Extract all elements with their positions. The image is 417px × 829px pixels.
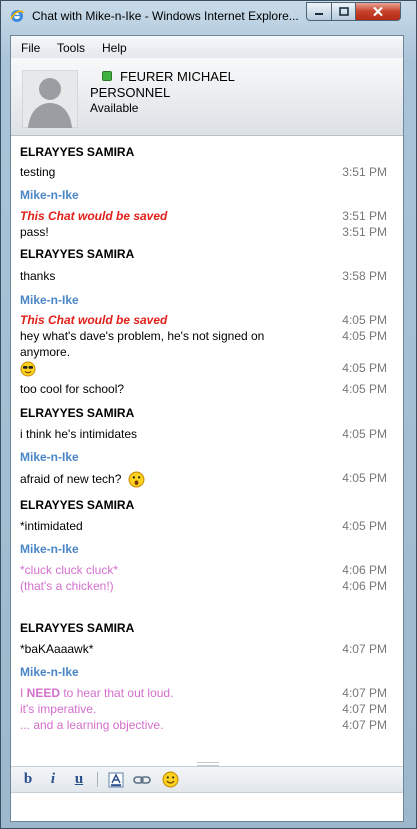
menu-bar: File Tools Help [11,36,403,59]
timestamp: 4:05 PM [342,329,387,343]
toolbar-divider [97,772,98,787]
timestamp: 4:05 PM [342,427,387,441]
message-line: pass! 3:51 PM [20,225,387,239]
chat-client-area: File Tools Help FEURER MICHAEL PERSONNEL… [10,35,404,822]
emoticon-button[interactable] [161,771,179,788]
cool-emoticon-icon [20,361,36,377]
message-line: ... and a learning objective. 4:07 PM [20,718,387,732]
timestamp: 4:05 PM [342,361,387,375]
message-line: (that's a chicken!) 4:06 PM [20,579,387,593]
timestamp: 4:07 PM [342,718,387,732]
maximize-button[interactable] [331,2,356,21]
message-input[interactable] [11,793,403,821]
menu-file[interactable]: File [21,41,40,55]
format-toolbar: b i u [11,766,403,793]
timestamp: 4:07 PM [342,702,387,716]
timestamp: 4:05 PM [342,519,387,533]
avatar [22,70,78,128]
message-line: *intimidated 4:05 PM [20,519,387,533]
sender-name: Mike-n-Ike [20,293,79,307]
sender-name: ELRAYYES SAMIRA [20,498,135,512]
timestamp: 4:07 PM [342,686,387,700]
timestamp: 4:05 PM [342,471,387,485]
font-color-button[interactable] [108,771,124,788]
message-line: anymore. [20,345,71,359]
surprised-emoticon-icon [128,471,145,488]
sender-name: Mike-n-Ike [20,542,79,556]
message-line: afraid of new tech? 4:05 PM [20,471,387,488]
message-line: This Chat would be saved 4:05 PM [20,313,387,327]
contact-header: FEURER MICHAEL PERSONNEL Available [11,58,403,136]
sender-name: ELRAYYES SAMIRA [20,145,135,159]
sender-name: ELRAYYES SAMIRA [20,621,135,635]
minimize-button[interactable] [306,2,332,21]
timestamp: 3:51 PM [342,225,387,239]
ie-icon [10,10,24,22]
pane-splitter[interactable] [11,758,403,766]
timestamp: 4:05 PM [342,313,387,327]
message-line: *baKAaaawk* 4:07 PM [20,642,387,656]
message-line: thanks 3:58 PM [20,269,387,283]
message-line: testing 3:51 PM [20,165,387,179]
chat-transcript[interactable]: ELRAYYES SAMIRA testing 3:51 PM Mike-n-Ik… [11,136,403,756]
timestamp: 3:51 PM [342,165,387,179]
timestamp: 3:51 PM [342,209,387,223]
menu-help[interactable]: Help [102,41,127,55]
message-line: it's imperative. 4:07 PM [20,702,387,716]
sender-name: Mike-n-Ike [20,450,79,464]
sender-name: Mike-n-Ike [20,188,79,202]
contact-name: FEURER MICHAEL [120,69,235,84]
minimize-icon [315,12,323,15]
close-button[interactable] [355,2,401,21]
insert-link-button[interactable] [133,771,151,788]
title-bar[interactable]: Chat with Mike-n-Ike - Windows Internet … [1,1,416,31]
close-icon [373,6,383,17]
timestamp: 4:05 PM [342,382,387,396]
timestamp: 4:06 PM [342,579,387,593]
message-line: I NEED to hear that out loud. 4:07 PM [20,686,387,700]
font-color-icon [108,772,124,787]
message-line: i think he's intimidates 4:05 PM [20,427,387,441]
sender-name: ELRAYYES SAMIRA [20,247,135,261]
message-line: This Chat would be saved 3:51 PM [20,209,387,223]
emoticon-icon [162,771,178,788]
sender-name: Mike-n-Ike [20,665,79,679]
message-line: *cluck cluck cluck* 4:06 PM [20,563,387,577]
window-title: Chat with Mike-n-Ike - Windows Internet … [32,9,299,23]
sender-name: ELRAYYES SAMIRA [20,406,135,420]
bold-button[interactable]: b [21,771,35,788]
contact-department: PERSONNEL [90,85,171,100]
link-icon [133,775,151,784]
timestamp: 4:07 PM [342,642,387,656]
timestamp: 4:06 PM [342,563,387,577]
menu-tools[interactable]: Tools [57,41,85,55]
status-indicator-icon [102,71,112,81]
message-line: 4:05 PM [20,361,395,380]
message-line: hey what's dave's problem, he's not sign… [20,329,387,343]
maximize-icon [338,7,349,16]
chat-window: Chat with Mike-n-Ike - Windows Internet … [0,0,417,829]
timestamp: 3:58 PM [342,269,387,283]
underline-button[interactable]: u [72,771,86,788]
contact-status: Available [90,101,139,115]
italic-button[interactable]: i [47,771,59,788]
message-line: too cool for school? 4:05 PM [20,382,387,396]
